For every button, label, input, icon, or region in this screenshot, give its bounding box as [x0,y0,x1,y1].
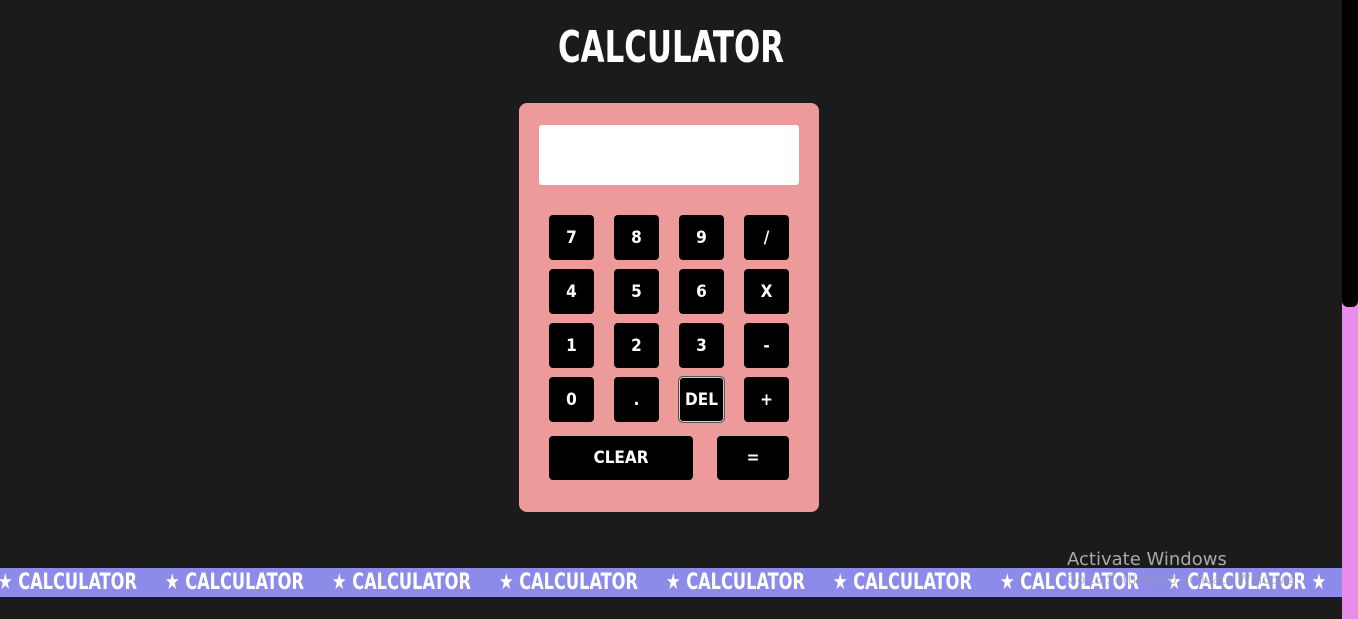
key-multiply[interactable]: X [744,269,789,314]
marquee-item: ★ CALCULATOR [0,570,137,595]
key-2[interactable]: 2 [614,323,659,368]
calculator-body: 7 8 9 / 4 5 6 X 1 2 3 - 0 . DEL + CLEAR … [519,103,819,512]
key-4[interactable]: 4 [549,269,594,314]
scrollbar-thumb[interactable] [1342,0,1358,307]
key-dot[interactable]: . [614,377,659,422]
key-7[interactable]: 7 [549,215,594,260]
key-divide[interactable]: / [744,215,789,260]
activate-windows-subtitle: Go to Settings to activate Windows. [1067,573,1300,588]
key-delete[interactable]: DEL [679,377,724,422]
key-0[interactable]: 0 [549,377,594,422]
key-1[interactable]: 1 [549,323,594,368]
marquee-item: ★ CALCULATOR [833,570,972,595]
key-3[interactable]: 3 [679,323,724,368]
marquee-item: ★ CALCULATOR [165,570,304,595]
activate-windows-title: Activate Windows [1067,549,1227,570]
equals-button[interactable]: = [717,436,789,480]
key-5[interactable]: 5 [614,269,659,314]
clear-button[interactable]: CLEAR [549,436,693,480]
marquee-item: ★ CALCULATOR [666,570,805,595]
key-8[interactable]: 8 [614,215,659,260]
key-9[interactable]: 9 [679,215,724,260]
marquee-item: ★ CALCULATOR [499,570,638,595]
page-title: CALCULATOR [558,22,784,73]
key-6[interactable]: 6 [679,269,724,314]
scrollbar-track[interactable] [1342,0,1358,619]
page: CALCULATOR 7 8 9 / 4 5 6 X 1 2 3 - 0 . D… [0,0,1358,619]
key-plus[interactable]: + [744,377,789,422]
calculator-display[interactable] [539,125,799,185]
key-minus[interactable]: - [744,323,789,368]
marquee-item: ★ CALCULATOR [332,570,471,595]
